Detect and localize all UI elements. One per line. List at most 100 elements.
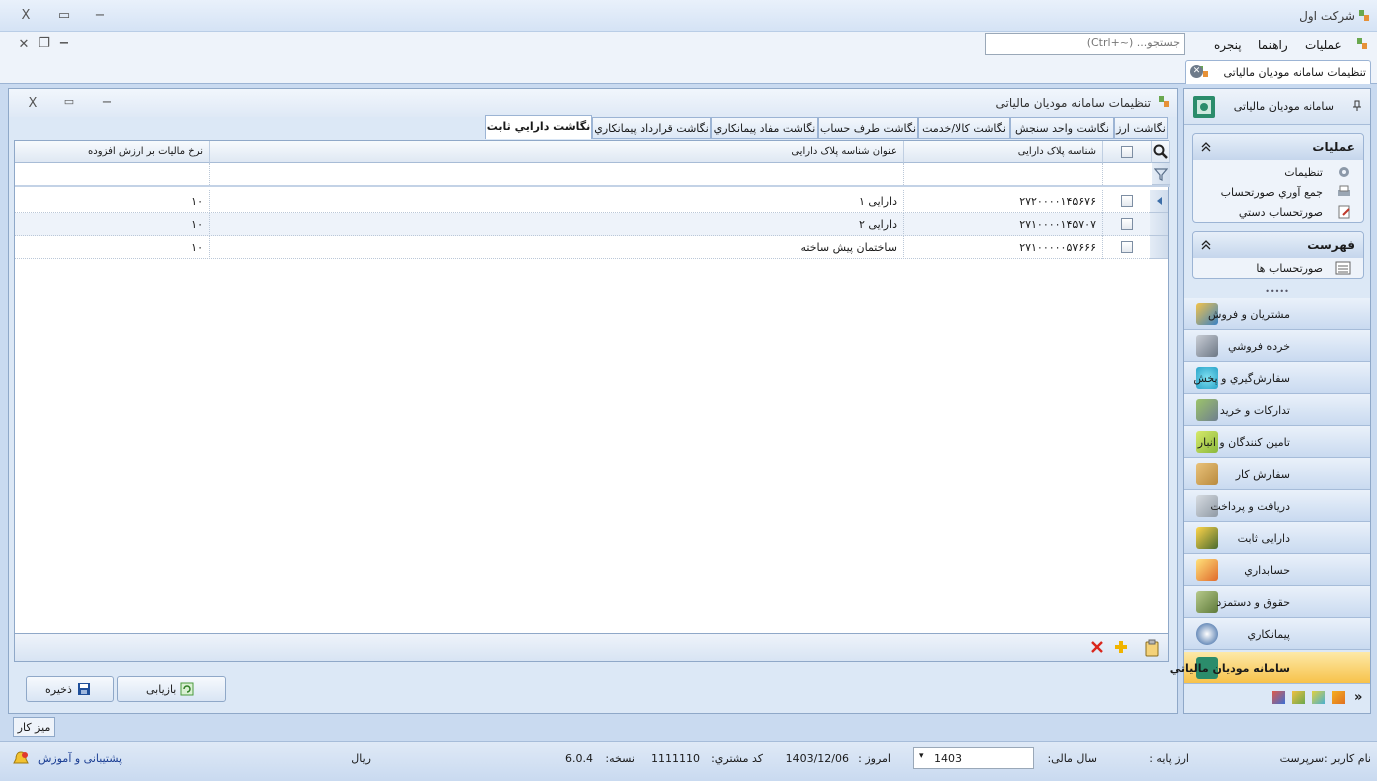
delete-icon[interactable] bbox=[1090, 640, 1104, 654]
fixed-assets-icon bbox=[1196, 527, 1218, 549]
window-titlebar: X ▭ − شرکت اول bbox=[0, 0, 1377, 32]
operations-panel-header[interactable]: عملیات bbox=[1193, 134, 1363, 160]
filter-row-header bbox=[1152, 163, 1170, 185]
module-work-order[interactable]: سفارش کار bbox=[1184, 458, 1370, 490]
dialog-minimize-button[interactable]: − bbox=[97, 95, 117, 110]
window-minimize-button[interactable]: − bbox=[90, 8, 110, 23]
filter-row bbox=[15, 163, 1170, 187]
shortcut-icon[interactable] bbox=[1272, 691, 1285, 704]
nav-link-invoices[interactable]: صورتحساب ها bbox=[1256, 262, 1323, 275]
module-retail[interactable]: خرده فروشي bbox=[1184, 330, 1370, 362]
table-row[interactable]: ۱۰ ساختمان پیش ساخته ۲۷۱۰۰۰۰۰۵۷۶۶۶ bbox=[15, 236, 1152, 259]
window-close-button[interactable]: X bbox=[16, 8, 36, 23]
tab-currency-mapping[interactable]: نگاشت ارز bbox=[1114, 117, 1168, 139]
status-today-label: امروز : bbox=[858, 752, 891, 765]
column-header-asset-title[interactable]: عنوان شناسه پلاک دارایی bbox=[210, 141, 904, 163]
module-receipts-payments[interactable]: دریافت و پرداخت bbox=[1184, 490, 1370, 522]
support-link[interactable]: پشتیبانی و آموزش bbox=[38, 752, 122, 765]
module-contracting[interactable]: پیمانکاري bbox=[1184, 618, 1370, 650]
tab-contract-terms-mapping[interactable]: نگاشت مفاد پیمانکاري bbox=[711, 117, 818, 139]
document-edit-icon bbox=[1338, 205, 1350, 219]
module-customers-sales[interactable]: مشتریان و فروش bbox=[1184, 298, 1370, 330]
shortcut-icon[interactable] bbox=[1332, 691, 1345, 704]
row-checkbox[interactable] bbox=[1121, 218, 1133, 230]
menu-help[interactable]: راهنما bbox=[1258, 38, 1288, 52]
search-icon[interactable] bbox=[1153, 144, 1169, 160]
save-icon bbox=[78, 683, 90, 695]
row-header[interactable] bbox=[1150, 213, 1168, 236]
window-maximize-button[interactable]: ▭ bbox=[54, 8, 74, 23]
menu-window[interactable]: پنجره bbox=[1214, 38, 1242, 52]
close-tab-icon[interactable]: ✕ bbox=[1190, 65, 1203, 78]
dialog-close-button[interactable]: X bbox=[23, 96, 43, 111]
document-tab[interactable]: تنظیمات سامانه مودیان مالیاتی ✕ bbox=[1185, 60, 1371, 84]
status-version: 6.0.4 bbox=[565, 752, 593, 765]
shortcut-icon[interactable] bbox=[1312, 691, 1325, 704]
splitter-grip[interactable]: ••••• bbox=[1184, 288, 1370, 297]
chevron-down-icon[interactable]: ▾ bbox=[919, 751, 924, 761]
filter-icon[interactable] bbox=[1154, 167, 1168, 181]
module-label: دریافت و پرداخت bbox=[1210, 500, 1290, 513]
menu-operations[interactable]: عملیات bbox=[1305, 38, 1342, 52]
tab-counterparty-mapping[interactable]: نگاشت طرف حساب bbox=[818, 117, 918, 139]
nav-link-settings[interactable]: تنظیمات bbox=[1284, 166, 1323, 179]
module-accounting[interactable]: حسابداري bbox=[1184, 554, 1370, 586]
cell-asset-title: ساختمان پیش ساخته bbox=[210, 236, 904, 259]
cell-vat-rate: ۱۰ bbox=[15, 236, 210, 259]
app-logo-icon bbox=[1359, 10, 1369, 21]
module-ordering-distribution[interactable]: سفارش‌گيري و پخش bbox=[1184, 362, 1370, 394]
row-checkbox[interactable] bbox=[1121, 241, 1133, 253]
mdi-minimize-button[interactable]: − bbox=[54, 36, 74, 51]
column-header-vat-rate[interactable]: نرخ مالیات بر ارزش افزوده bbox=[15, 141, 210, 163]
dialog-restore-button[interactable]: ▭ bbox=[59, 95, 79, 108]
tab-goods-mapping[interactable]: نگاشت کالا/خدمت bbox=[918, 117, 1010, 139]
reload-button[interactable]: بازیابی bbox=[117, 676, 226, 702]
list-panel-header[interactable]: فهرست bbox=[1193, 232, 1363, 258]
tab-fixed-asset-mapping[interactable]: نگاشت دارايي ثابت bbox=[485, 115, 592, 139]
module-fixed-assets[interactable]: دارایی ثابت bbox=[1184, 522, 1370, 554]
shortcut-icon[interactable] bbox=[1292, 691, 1305, 704]
row-checkbox[interactable] bbox=[1121, 195, 1133, 207]
module-label: مشتریان و فروش bbox=[1208, 308, 1290, 321]
filter-cell-asset-id[interactable] bbox=[904, 163, 1103, 185]
module-suppliers-warehouse[interactable]: تامین کنندگان و انبار bbox=[1184, 426, 1370, 458]
more-modules-button[interactable]: » bbox=[1354, 690, 1362, 705]
column-header-asset-id[interactable]: شناسه پلاک دارایی bbox=[904, 141, 1103, 163]
filter-cell-vat-rate[interactable] bbox=[15, 163, 210, 185]
notification-bell-icon[interactable] bbox=[12, 750, 30, 768]
tab-unit-mapping[interactable]: نگاشت واحد سنجش bbox=[1010, 117, 1114, 139]
list-icon bbox=[1335, 261, 1351, 275]
desk-tab[interactable]: میز کار bbox=[13, 717, 55, 737]
cell-vat-rate: ۱۰ bbox=[15, 213, 210, 236]
window-title: شرکت اول bbox=[1299, 9, 1355, 23]
current-row-arrow-icon bbox=[1157, 197, 1162, 205]
select-all-checkbox[interactable] bbox=[1121, 146, 1133, 158]
module-payroll[interactable]: حقوق و دستمزد bbox=[1184, 586, 1370, 618]
clipboard-icon[interactable] bbox=[1144, 639, 1160, 657]
module-tax-system[interactable]: سامانه مودیان مالیاتي bbox=[1170, 652, 1370, 684]
pin-icon[interactable] bbox=[1352, 100, 1362, 112]
navigation-pane: سامانه مودیان مالیاتی عملیات تنظیمات جمع… bbox=[1170, 88, 1371, 714]
tab-contract-mapping[interactable]: نگاشت قرارداد پیمانکاري bbox=[592, 117, 711, 139]
fiscal-year-select[interactable]: 1403 ▾ bbox=[913, 747, 1034, 769]
search-input[interactable]: جستجو... (~+Ctrl) bbox=[985, 33, 1185, 55]
status-base-currency-label: ارز پایه : bbox=[1149, 752, 1189, 765]
collapse-icon[interactable] bbox=[1201, 240, 1211, 250]
filter-cell-asset-title[interactable] bbox=[210, 163, 904, 185]
add-icon[interactable] bbox=[1114, 640, 1128, 654]
nav-link-collect-invoices[interactable]: جمع آوري صورتحساب bbox=[1221, 186, 1323, 199]
save-button[interactable]: ذخیره bbox=[26, 676, 114, 702]
nav-link-manual-invoice[interactable]: صورتحساب دستي bbox=[1239, 206, 1323, 219]
mdi-restore-button[interactable]: ❐ bbox=[34, 36, 54, 51]
module-procurement[interactable]: تدارکات و خرید bbox=[1184, 394, 1370, 426]
operations-panel: عملیات تنظیمات جمع آوري صورتحساب صورتحسا… bbox=[1192, 133, 1364, 223]
table-row[interactable]: ۱۰ دارایی ۲ ۲۷۱۰۰۰۰۱۴۵۷۰۷ bbox=[15, 213, 1152, 236]
module-label: تدارکات و خرید bbox=[1219, 404, 1290, 417]
dialog-app-icon bbox=[1159, 96, 1169, 107]
row-header-current[interactable] bbox=[1150, 190, 1168, 213]
table-row[interactable]: ۱۰ دارایی ۱ ۲۷۲۰۰۰۰۱۴۵۶۷۶ bbox=[15, 190, 1152, 213]
mdi-close-button[interactable]: ✕ bbox=[14, 37, 34, 52]
row-header[interactable] bbox=[1150, 236, 1168, 259]
collapse-icon[interactable] bbox=[1201, 142, 1211, 152]
status-customer-code-label: کد مشتري: bbox=[711, 752, 763, 765]
